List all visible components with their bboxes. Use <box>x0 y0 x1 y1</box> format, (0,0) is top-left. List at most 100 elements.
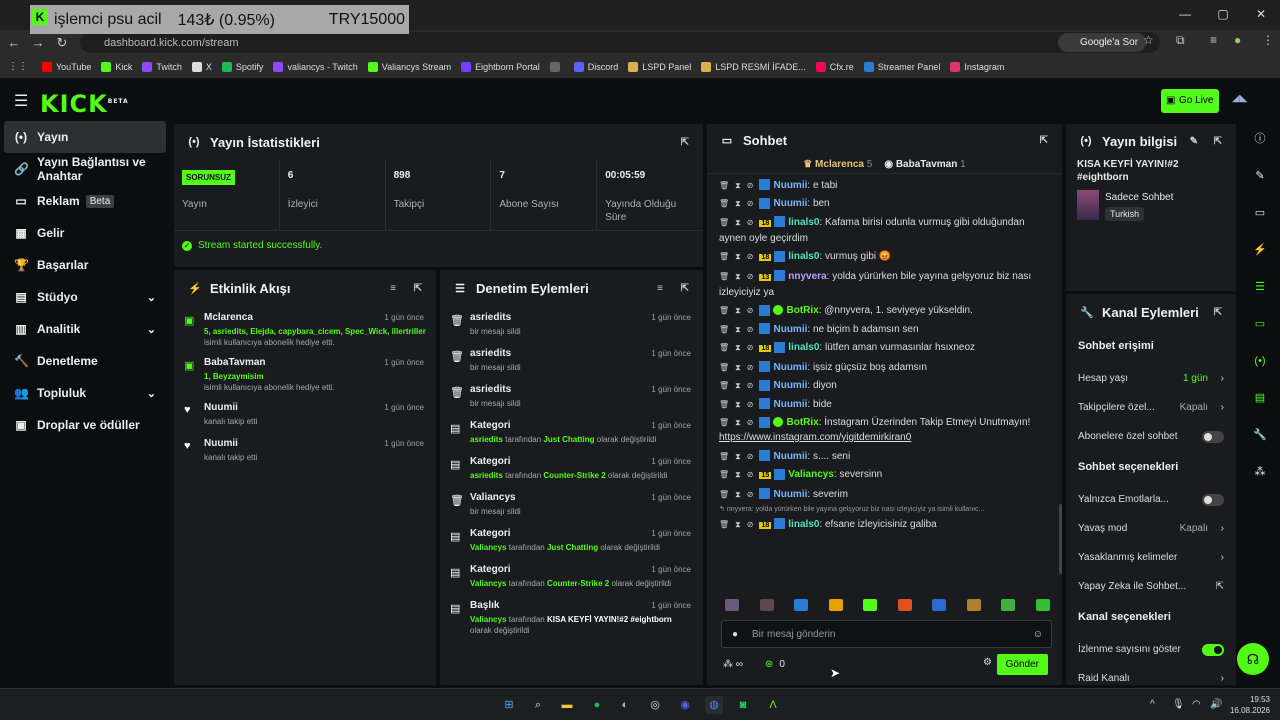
windows-start-icon[interactable]: ⊞ <box>500 696 518 714</box>
timeout-icon[interactable]: ⧗ <box>735 381 741 390</box>
chat-username[interactable]: nnyvera <box>788 271 826 282</box>
folder-icon[interactable]: ▬ <box>558 696 576 714</box>
bookmark-item[interactable]: LSPD Panel <box>628 61 691 72</box>
sidebar-item[interactable]: (•) Yayın <box>4 121 166 153</box>
ban-icon[interactable]: ⊘ <box>747 343 754 352</box>
chat-username[interactable]: Nuumii <box>773 451 807 462</box>
chat-link[interactable]: https://www.instagram.com/yigitdemirkira… <box>719 432 911 443</box>
chevron-up-icon[interactable]: ^ <box>1150 699 1155 710</box>
go-live-button[interactable]: Go Live <box>1161 89 1219 113</box>
maximize-button[interactable]: ▢ <box>1204 0 1242 28</box>
external-link-icon[interactable]: ⇱ <box>1216 581 1224 592</box>
wifi-icon[interactable]: ◠ <box>1192 699 1201 710</box>
ban-icon[interactable]: ⊘ <box>747 252 754 261</box>
bookmark-item[interactable]: Kick <box>101 61 132 72</box>
kick-logo[interactable]: KICKBETA <box>40 90 129 118</box>
delete-icon[interactable]: 🗑 <box>719 490 729 499</box>
hamburger-menu-icon[interactable]: ☰ <box>14 91 28 111</box>
ban-icon[interactable]: ⊘ <box>747 520 754 529</box>
emote-icon[interactable] <box>932 599 947 611</box>
emote-icon[interactable] <box>1035 599 1050 611</box>
chat-username[interactable]: Nuumii <box>773 198 807 209</box>
bookmark-item[interactable]: YouTube <box>42 61 91 72</box>
ban-icon[interactable]: ⊘ <box>747 490 754 499</box>
chat-username[interactable]: Nuumii <box>773 324 807 335</box>
kick-app-icon[interactable]: Λ <box>764 696 782 714</box>
bookmark-item[interactable]: Eightborn Portal <box>461 61 540 72</box>
chat-username[interactable]: linals0 <box>788 519 819 530</box>
mic-icon[interactable]: 🎙 <box>1172 699 1185 710</box>
ban-icon[interactable]: ⊘ <box>747 218 754 227</box>
bookmark-item[interactable]: valiancys - Twitch <box>273 61 358 72</box>
delete-icon[interactable]: 🗑 <box>719 306 729 315</box>
ban-icon[interactable]: ⊘ <box>747 452 754 461</box>
bolt-icon[interactable]: ⚡ <box>1240 232 1280 269</box>
popout-icon[interactable]: ⇱ <box>414 283 422 294</box>
chat-username[interactable]: Nuumii <box>773 180 807 191</box>
delete-icon[interactable]: 🗑 <box>719 363 729 372</box>
delete-icon[interactable]: 🗑 <box>719 252 729 261</box>
setting-row[interactable]: Yapay Zeka ile Sohbet... ⇱ <box>1078 572 1224 601</box>
chrome-icon[interactable]: ◍ <box>705 696 723 714</box>
setting-row[interactable]: İzlenme sayısını göster <box>1078 635 1224 664</box>
ban-icon[interactable]: ⊘ <box>747 363 754 372</box>
setting-row[interactable]: Abonelere özel sohbet <box>1078 422 1224 451</box>
toggle-switch[interactable] <box>1202 493 1224 506</box>
emote-icon[interactable] <box>794 599 809 611</box>
timeout-icon[interactable]: ⧗ <box>735 199 741 208</box>
delete-icon[interactable]: 🗑 <box>719 272 729 281</box>
chat-username[interactable]: Valiancys <box>788 469 834 480</box>
popout-icon[interactable]: ⇱ <box>681 137 689 148</box>
ban-icon[interactable]: ⊘ <box>747 400 754 409</box>
share-icon[interactable]: ⁂ <box>1240 454 1280 491</box>
timeout-icon[interactable]: ⧗ <box>735 363 741 372</box>
timeout-icon[interactable]: ⧗ <box>735 400 741 409</box>
url-input[interactable]: dashboard.kick.com/stream <box>80 32 1160 53</box>
timeout-icon[interactable]: ⧗ <box>735 470 741 479</box>
ban-icon[interactable]: ⊘ <box>747 199 754 208</box>
search-icon[interactable]: ⌕ <box>529 696 547 714</box>
timeout-icon[interactable]: ⧗ <box>735 452 741 461</box>
bookmark-item[interactable]: LSPD RESMİ İFADE... <box>701 61 806 72</box>
infinity-icon[interactable]: ⁂ ∞ <box>723 659 743 670</box>
sidebar-item[interactable]: ▦ Gelir <box>0 217 172 249</box>
discord-icon[interactable]: ◉ <box>676 696 694 714</box>
menu-list-icon[interactable]: ≡ <box>1210 33 1217 47</box>
star-icon[interactable]: ☆ <box>1143 33 1154 47</box>
emote-icon[interactable] <box>725 599 739 611</box>
setting-row[interactable]: Takipçilere özel... Kapalı › <box>1078 393 1224 422</box>
chat-username[interactable]: BotRix <box>786 305 818 316</box>
bookmark-item[interactable]: Twitch <box>142 61 182 72</box>
timeout-icon[interactable]: ⧗ <box>735 520 741 529</box>
delete-icon[interactable]: 🗑 <box>719 470 729 479</box>
edit-icon[interactable]: ✎ <box>1190 136 1198 147</box>
popout-icon[interactable]: ⇱ <box>681 283 689 294</box>
profile-icon[interactable]: ● <box>1234 33 1241 47</box>
forward-button[interactable]: → <box>28 35 48 50</box>
delete-icon[interactable]: 🗑 <box>719 418 729 427</box>
timeout-icon[interactable]: ⧗ <box>735 252 741 261</box>
sidebar-item[interactable]: 🏆 Başarılar <box>0 249 172 281</box>
google-ask-button[interactable]: Google'a Sor <box>1058 33 1147 52</box>
ban-icon[interactable]: ⊘ <box>747 181 754 190</box>
ban-icon[interactable]: ⊘ <box>747 470 754 479</box>
info-icon[interactable]: ⓘ <box>1240 121 1280 158</box>
whatsapp-icon[interactable]: ◙ <box>734 696 752 714</box>
setting-row[interactable]: Yasaklanmış kelimeler › <box>1078 543 1224 572</box>
toggle-switch[interactable] <box>1202 643 1224 656</box>
timeout-icon[interactable]: ⧗ <box>735 490 741 499</box>
speaker-icon[interactable]: 🔊 <box>1210 699 1222 710</box>
bookmark-item[interactable]: X <box>191 61 212 72</box>
sidebar-item[interactable]: 👥 Topluluk ⌄ <box>0 377 172 409</box>
ban-icon[interactable]: ⊘ <box>747 272 754 281</box>
sidebar-item[interactable]: 🔨 Denetleme <box>0 345 172 377</box>
ban-icon[interactable]: ⊘ <box>747 306 754 315</box>
chat-username[interactable]: linals0 <box>788 217 819 228</box>
user-avatar[interactable]: ◢◣ <box>1232 93 1254 109</box>
bookmark-item[interactable]: Instagram <box>950 61 1004 72</box>
sidebar-item[interactable]: ▭ Reklam Beta <box>0 185 172 217</box>
clock[interactable]: 19:53 16.08.2026 <box>1230 694 1270 716</box>
timeout-icon[interactable]: ⧗ <box>735 306 741 315</box>
bookmark-item[interactable]: Cfx.re <box>815 61 854 72</box>
delete-icon[interactable]: 🗑 <box>719 218 729 227</box>
